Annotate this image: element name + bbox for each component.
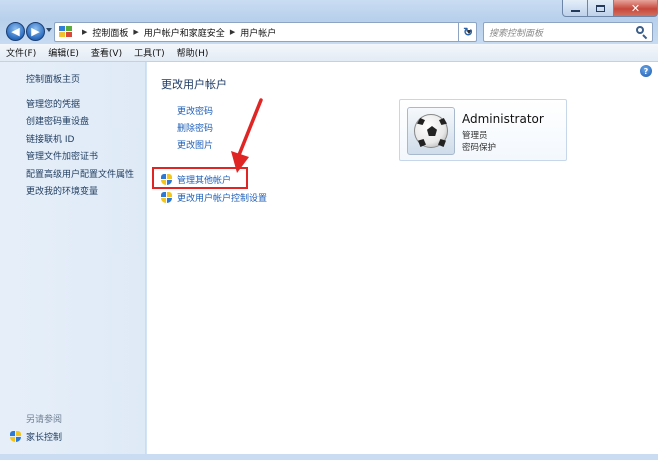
change-picture-link[interactable]: 更改图片 [177, 138, 213, 151]
see-also-heading: 另请参阅 [26, 415, 63, 425]
menu-view[interactable]: 查看(V) [91, 46, 122, 59]
menu-tools[interactable]: 工具(T) [134, 46, 165, 59]
back-button[interactable]: ◀ [6, 22, 25, 41]
parental-controls-label: 家长控制 [26, 433, 63, 443]
menu-help[interactable]: 帮助(H) [177, 46, 209, 59]
shield-icon [10, 430, 21, 443]
breadcrumb-control-panel[interactable]: 控制面板 [92, 26, 128, 39]
account-type: 管理员 [462, 131, 488, 141]
red-arrow-annotation [231, 98, 263, 173]
sidebar-item-password-reset-disk[interactable]: 创建密码重设盘 [26, 114, 89, 127]
window-titlebar: ✕ ◀ ▶ ▶ 控制面板 ▶ 用户帐户和家庭安全 ▶ 用户帐户 ↻ 搜索控制面板 [0, 0, 658, 44]
search-icon[interactable] [635, 25, 649, 40]
menu-edit[interactable]: 编辑(E) [48, 46, 79, 59]
forward-button[interactable]: ▶ [26, 22, 45, 41]
sidebar-item-file-encryption-certificates[interactable]: 管理文件加密证书 [26, 149, 98, 162]
breadcrumb-chevron-icon[interactable]: ▶ [82, 28, 87, 36]
refresh-icon: ↻ [462, 25, 474, 39]
address-bar[interactable]: ▶ 控制面板 ▶ 用户帐户和家庭安全 ▶ 用户帐户 [54, 22, 477, 42]
menu-bar: 文件(F) 编辑(E) 查看(V) 工具(T) 帮助(H) [0, 44, 658, 62]
control-panel-icon [59, 26, 73, 38]
uac-settings-label: 更改用户帐户控制设置 [177, 194, 268, 204]
maximize-button[interactable] [588, 0, 614, 17]
close-button[interactable]: ✕ [614, 0, 658, 17]
help-icon: ? [643, 66, 649, 76]
search-input[interactable]: 搜索控制面板 [489, 26, 635, 39]
shield-icon [161, 191, 172, 204]
uac-settings-link[interactable]: 更改用户帐户控制设置 [161, 191, 267, 204]
forward-arrow-icon: ▶ [31, 25, 40, 38]
manage-another-account-link[interactable]: 管理其他帐户 [161, 173, 231, 186]
breadcrumb-user-accounts[interactable]: 用户帐户 [240, 26, 276, 39]
window-bottom-frame [0, 454, 658, 460]
sidebar-item-link-online-id[interactable]: 链接联机 ID [26, 132, 74, 145]
breadcrumb-chevron-icon[interactable]: ▶ [230, 28, 235, 36]
sidebar-item-environment-variables[interactable]: 更改我的环境变量 [26, 184, 98, 197]
refresh-button[interactable]: ↻ [458, 22, 477, 42]
minimize-icon [570, 10, 580, 12]
avatar[interactable] [407, 107, 455, 155]
help-button[interactable]: ? [640, 65, 652, 77]
sidebar: 控制面板主页 管理您的凭据 创建密码重设盘 链接联机 ID 管理文件加密证书 配… [0, 62, 146, 454]
manage-another-account-label: 管理其他帐户 [177, 176, 232, 186]
sidebar-item-advanced-profile-properties[interactable]: 配置高级用户配置文件属性 [26, 167, 134, 180]
sidebar-item-control-panel-home[interactable]: 控制面板主页 [26, 72, 80, 85]
page-title: 更改用户帐户 [161, 78, 227, 91]
account-password-status: 密码保护 [462, 143, 497, 153]
navigation-bar: ◀ ▶ ▶ 控制面板 ▶ 用户帐户和家庭安全 ▶ 用户帐户 ↻ 搜索控制面板 [0, 18, 658, 44]
minimize-button[interactable] [562, 0, 588, 17]
sidebar-item-manage-credentials[interactable]: 管理您的凭据 [26, 97, 80, 110]
soccer-ball-icon [414, 114, 448, 148]
main-content: ? 更改用户帐户 更改密码 删除密码 更改图片 管理其他帐户 更改用户帐户控制设… [147, 62, 658, 454]
account-card: Administrator 管理员 密码保护 [399, 99, 567, 161]
breadcrumb-chevron-icon[interactable]: ▶ [133, 28, 138, 36]
account-name: Administrator [462, 112, 544, 126]
maximize-icon [596, 4, 605, 12]
change-password-link[interactable]: 更改密码 [177, 104, 213, 117]
shield-icon [161, 173, 172, 186]
menu-file[interactable]: 文件(F) [6, 46, 36, 59]
search-box[interactable]: 搜索控制面板 [483, 22, 653, 42]
sidebar-item-parental-controls[interactable]: 家长控制 [10, 430, 62, 443]
close-icon: ✕ [630, 1, 641, 15]
back-arrow-icon: ◀ [11, 25, 20, 38]
recent-pages-dropdown[interactable] [46, 28, 52, 32]
breadcrumb-user-accounts-family-safety[interactable]: 用户帐户和家庭安全 [144, 26, 225, 39]
remove-password-link[interactable]: 删除密码 [177, 121, 213, 134]
window-controls: ✕ [562, 0, 658, 18]
